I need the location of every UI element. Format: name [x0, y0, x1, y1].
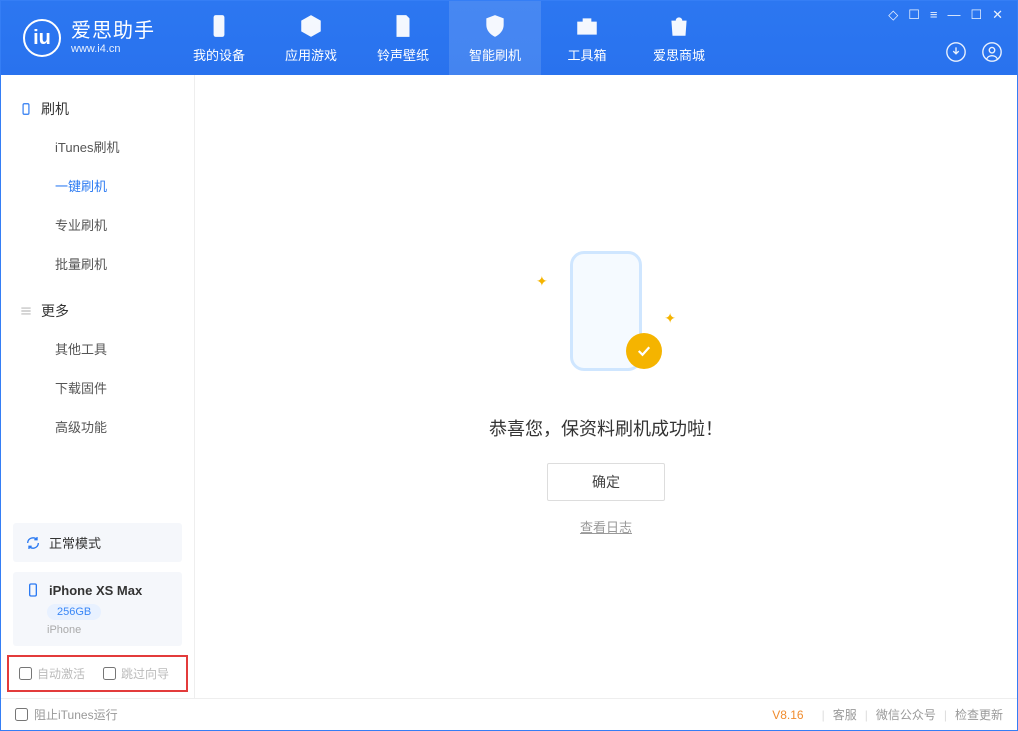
nav-label: 我的设备 [193, 45, 245, 64]
sidebar-group-label: 更多 [41, 301, 69, 321]
shield-refresh-icon [482, 13, 508, 39]
version-label: V8.16 [772, 708, 803, 722]
sidebar-group-label: 刷机 [41, 99, 69, 119]
autoactivate-label: 自动激活 [37, 665, 85, 682]
menu-small-icon [19, 304, 33, 318]
ok-button[interactable]: 确定 [547, 463, 665, 501]
nav-apps[interactable]: 应用游戏 [265, 1, 357, 75]
footer-right: V8.16 | 客服 | 微信公众号 | 检查更新 [772, 706, 1003, 723]
separator: | [865, 708, 868, 722]
device-panel: 正常模式 iPhone XS Max 256GB iPhone [13, 523, 182, 646]
skipguide-checkbox[interactable] [103, 667, 116, 680]
footer-left: 阻止iTunes运行 [15, 706, 118, 723]
refresh-icon [25, 535, 41, 551]
check-badge-icon [626, 333, 662, 369]
success-message: 恭喜您，保资料刷机成功啦！ [489, 415, 723, 441]
sparkle-icon: ✦ [664, 310, 676, 327]
cube-icon [298, 13, 324, 39]
phone-outline-icon [25, 582, 41, 598]
lock-icon[interactable]: ☐ [908, 7, 920, 23]
sidebar-item-advanced[interactable]: 高级功能 [1, 407, 194, 446]
sidebar-item-other[interactable]: 其他工具 [1, 329, 194, 368]
window-controls: ◇ ☐ ≡ — ☐ ✕ [888, 7, 1003, 23]
sidebar-item-pro[interactable]: 专业刷机 [1, 205, 194, 244]
device-name: iPhone XS Max [49, 583, 142, 598]
nav-ringtone[interactable]: 铃声壁纸 [357, 1, 449, 75]
nav-label: 应用游戏 [285, 45, 337, 64]
device-storage-badge: 256GB [47, 604, 101, 620]
skipguide-label: 跳过向导 [121, 665, 169, 682]
block-itunes-checkbox[interactable] [15, 708, 28, 721]
nav-store[interactable]: 爱思商城 [633, 1, 725, 75]
app-name: 爱思助手 [71, 20, 155, 43]
autoactivate-checkbox[interactable] [19, 667, 32, 680]
success-illustration: ✦ ✦ [526, 237, 686, 397]
nav-my-device[interactable]: 我的设备 [173, 1, 265, 75]
header-right: ◇ ☐ ≡ — ☐ ✕ [888, 1, 1003, 75]
header-user-icons [888, 41, 1003, 63]
nav-label: 工具箱 [567, 45, 606, 64]
sidebar: 刷机 iTunes刷机 一键刷机 专业刷机 批量刷机 更多 其他工具 下载固件 … [1, 75, 195, 698]
top-nav: 我的设备 应用游戏 铃声壁纸 智能刷机 工具箱 爱思商城 [173, 1, 725, 75]
view-log-link[interactable]: 查看日志 [580, 517, 632, 536]
nav-label: 爱思商城 [653, 45, 705, 64]
shirt-icon[interactable]: ◇ [888, 7, 898, 23]
device-name-row: iPhone XS Max [25, 582, 170, 598]
separator: | [822, 708, 825, 722]
device-type: iPhone [47, 624, 170, 636]
block-itunes-label: 阻止iTunes运行 [34, 706, 118, 723]
option-autoactivate[interactable]: 自动激活 [19, 665, 85, 682]
sidebar-item-itunes[interactable]: iTunes刷机 [1, 127, 194, 166]
footer-wechat-link[interactable]: 微信公众号 [876, 706, 936, 723]
logo-area: iu 爱思助手 www.i4.cn [1, 19, 173, 57]
device-mode-label: 正常模式 [49, 533, 101, 552]
phone-icon [206, 13, 232, 39]
sidebar-group-more: 更多 [1, 293, 194, 329]
download-icon[interactable] [945, 41, 967, 63]
menu-icon[interactable]: ≡ [930, 7, 938, 23]
nav-toolbox[interactable]: 工具箱 [541, 1, 633, 75]
header: iu 爱思助手 www.i4.cn 我的设备 应用游戏 铃声壁纸 智能刷机 工具… [1, 1, 1017, 75]
sidebar-item-batch[interactable]: 批量刷机 [1, 244, 194, 283]
separator: | [944, 708, 947, 722]
nav-label: 铃声壁纸 [377, 45, 429, 64]
body: 刷机 iTunes刷机 一键刷机 专业刷机 批量刷机 更多 其他工具 下载固件 … [1, 75, 1017, 698]
main-content: ✦ ✦ 恭喜您，保资料刷机成功啦！ 确定 查看日志 [195, 75, 1017, 698]
sidebar-group-flash: 刷机 [1, 91, 194, 127]
close-button[interactable]: ✕ [992, 7, 1003, 23]
device-row[interactable]: iPhone XS Max 256GB iPhone [13, 572, 182, 646]
footer: 阻止iTunes运行 V8.16 | 客服 | 微信公众号 | 检查更新 [1, 698, 1017, 730]
logo-text: 爱思助手 www.i4.cn [71, 20, 155, 56]
phone-small-icon [19, 102, 33, 116]
sidebar-item-oneclick[interactable]: 一键刷机 [1, 166, 194, 205]
sidebar-item-firmware[interactable]: 下载固件 [1, 368, 194, 407]
footer-service-link[interactable]: 客服 [833, 706, 857, 723]
logo-icon: iu [23, 19, 61, 57]
nav-flash[interactable]: 智能刷机 [449, 1, 541, 75]
bag-icon [666, 13, 692, 39]
device-mode-row[interactable]: 正常模式 [13, 523, 182, 562]
flash-options-highlight: 自动激活 跳过向导 [7, 655, 188, 692]
maximize-button[interactable]: ☐ [970, 7, 982, 23]
minimize-button[interactable]: — [947, 7, 960, 23]
music-file-icon [390, 13, 416, 39]
app-url: www.i4.cn [71, 43, 155, 56]
toolbox-icon [574, 13, 600, 39]
sparkle-icon: ✦ [536, 273, 548, 290]
option-skipguide[interactable]: 跳过向导 [103, 665, 169, 682]
footer-update-link[interactable]: 检查更新 [955, 706, 1003, 723]
user-icon[interactable] [981, 41, 1003, 63]
nav-label: 智能刷机 [469, 45, 521, 64]
